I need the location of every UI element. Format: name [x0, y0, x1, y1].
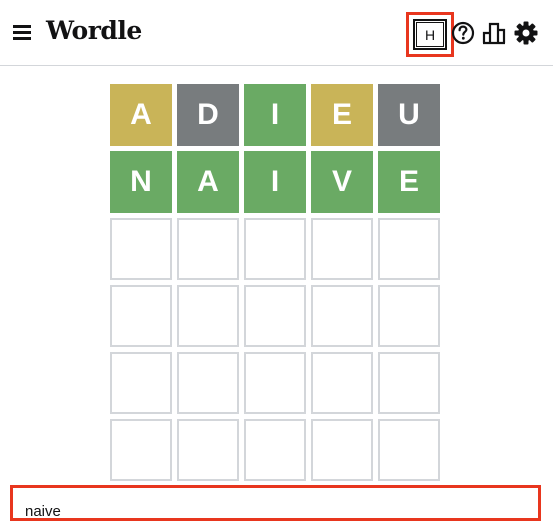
empty-tile: [177, 218, 239, 280]
empty-tile: [378, 285, 440, 347]
empty-tile: [177, 285, 239, 347]
empty-tile: [110, 218, 172, 280]
empty-tile: [177, 352, 239, 414]
empty-tile: [378, 352, 440, 414]
letter-tile: V: [311, 151, 373, 213]
letter-tile: N: [110, 151, 172, 213]
letter-tile: D: [177, 84, 239, 146]
letter-tile: E: [378, 151, 440, 213]
empty-tile: [244, 419, 306, 481]
settings-icon[interactable]: [513, 20, 538, 46]
empty-tile: [110, 285, 172, 347]
help-icon[interactable]: [451, 20, 475, 46]
empty-tile: [177, 419, 239, 481]
empty-tile: [244, 285, 306, 347]
letter-tile: I: [244, 151, 306, 213]
empty-tile: [311, 352, 373, 414]
empty-tile: [110, 352, 172, 414]
letter-tile: I: [244, 84, 306, 146]
stats-icon[interactable]: [482, 20, 506, 46]
letter-tile: U: [378, 84, 440, 146]
empty-tile: [110, 419, 172, 481]
app-header: Wordle H: [0, 0, 553, 66]
guess-input-box: [10, 485, 541, 521]
letter-tile: E: [311, 84, 373, 146]
empty-tile: [311, 218, 373, 280]
guess-input[interactable]: [25, 503, 505, 520]
menu-icon[interactable]: [13, 25, 31, 41]
empty-tile: [378, 419, 440, 481]
hint-highlight-box: H: [406, 12, 454, 57]
hint-button[interactable]: H: [413, 19, 447, 50]
empty-tile: [311, 285, 373, 347]
empty-tile: [244, 218, 306, 280]
letter-tile: A: [177, 151, 239, 213]
app-title: Wordle: [46, 16, 142, 45]
game-board: ADIEUNAIVE: [110, 84, 442, 481]
letter-tile: A: [110, 84, 172, 146]
empty-tile: [311, 419, 373, 481]
empty-tile: [244, 352, 306, 414]
empty-tile: [378, 218, 440, 280]
